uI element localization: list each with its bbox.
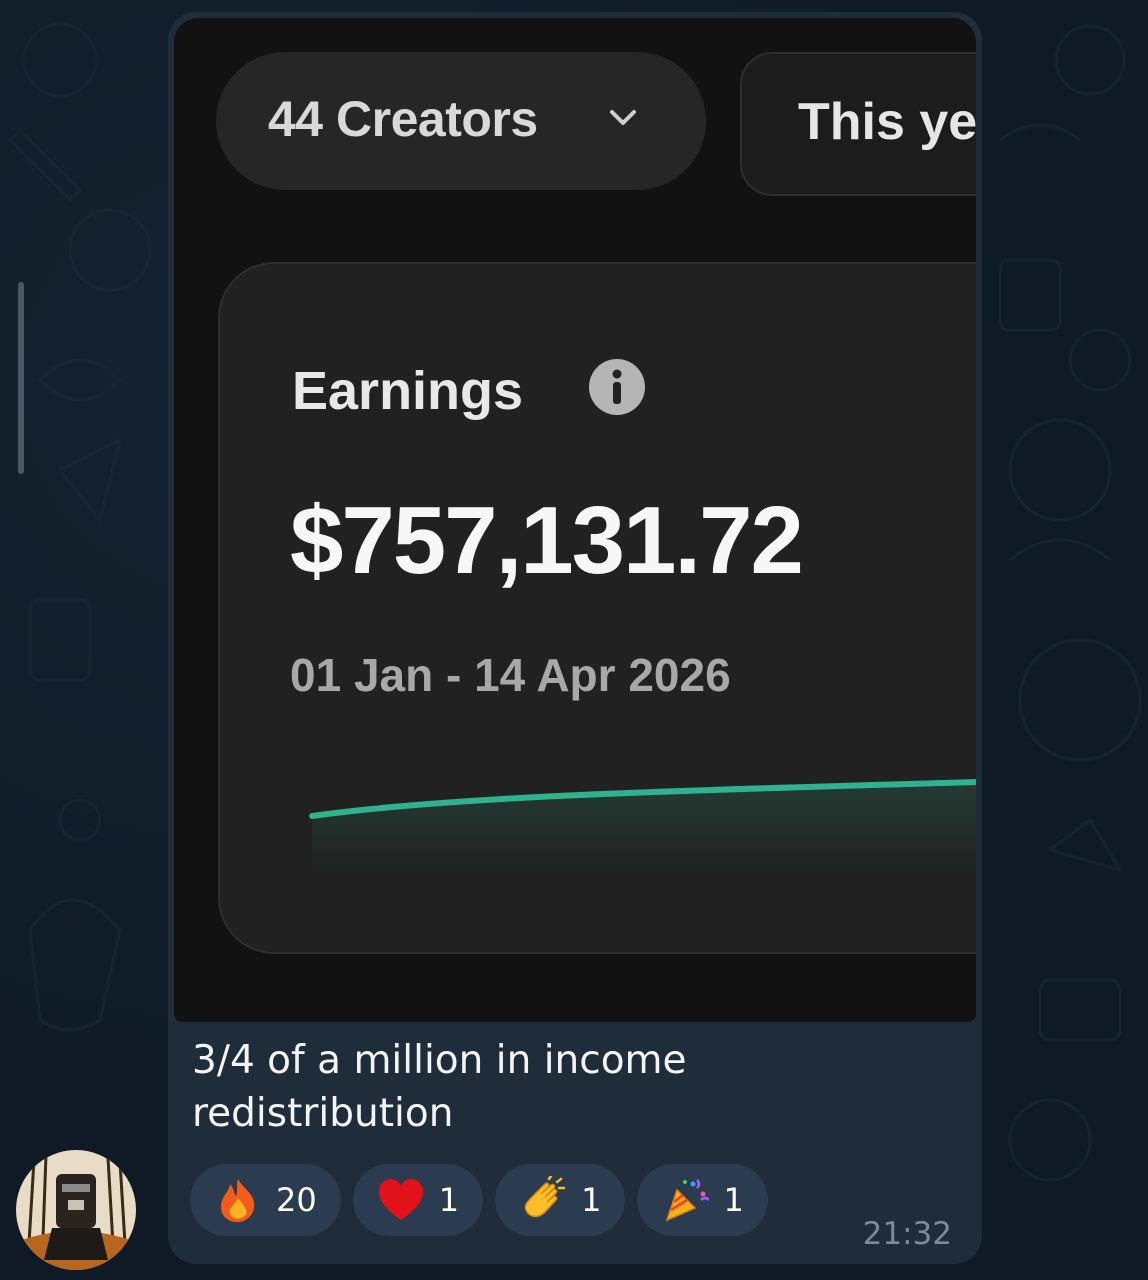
earnings-trend-line	[309, 778, 976, 874]
heart-icon	[378, 1179, 423, 1220]
info-icon	[589, 359, 645, 415]
message-bubble: 44 Creators This ye Earnings $757,131.72…	[168, 12, 982, 1264]
period-filter-label: This ye	[798, 93, 976, 151]
reaction-party[interactable]: 1	[637, 1164, 768, 1236]
screenshot-image[interactable]: 44 Creators This ye Earnings $757,131.72…	[174, 18, 976, 1022]
reaction-fire[interactable]: 20	[190, 1164, 341, 1236]
chevron-down-icon	[610, 110, 636, 125]
fire-icon	[220, 1179, 255, 1222]
sender-avatar[interactable]	[16, 1150, 136, 1270]
reaction-clap-count: 1	[581, 1181, 602, 1219]
reaction-heart-count: 1	[438, 1181, 460, 1219]
reaction-party-count: 1	[723, 1181, 744, 1219]
message-time: 21:32	[862, 1216, 952, 1252]
clapping-hands-icon	[524, 1176, 566, 1218]
reaction-heart[interactable]: 1	[352, 1164, 484, 1236]
reactions-bar: 20 1 1 1	[190, 1164, 768, 1236]
creators-filter-pill: 44 Creators	[216, 52, 706, 190]
avatar-knight-image	[16, 1150, 136, 1270]
period-filter-pill: This ye	[740, 52, 976, 196]
earnings-date-range: 01 Jan - 14 Apr 2026	[290, 649, 731, 701]
earnings-card: Earnings $757,131.72 01 Jan - 14 Apr 202…	[218, 262, 976, 954]
reaction-fire-count: 20	[276, 1181, 317, 1219]
scroll-indicator[interactable]	[18, 282, 24, 474]
reaction-clap[interactable]: 1	[495, 1164, 626, 1236]
earnings-title: Earnings	[292, 361, 524, 421]
party-popper-icon	[666, 1179, 710, 1222]
earnings-amount: $757,131.72	[290, 487, 804, 594]
creators-filter-label: 44 Creators	[268, 91, 538, 147]
message-caption: 3/4 of a million in income redistributio…	[192, 1038, 687, 1136]
